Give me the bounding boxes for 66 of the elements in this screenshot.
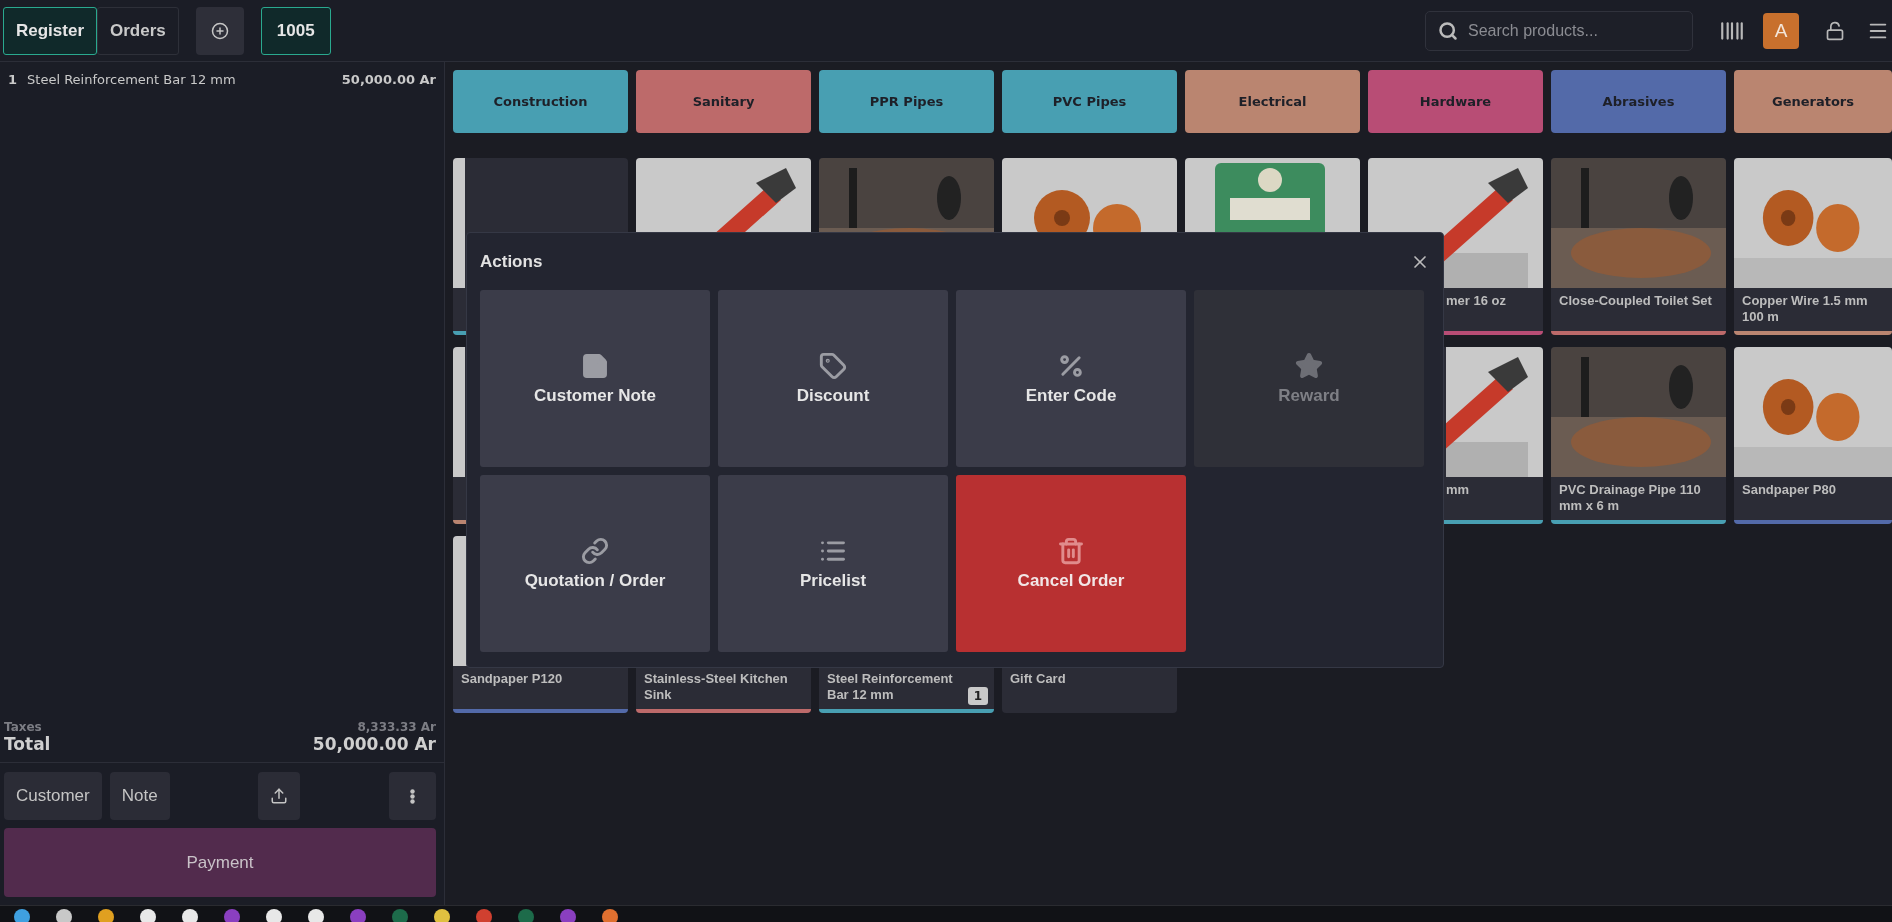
product-name: mm xyxy=(1445,482,1471,499)
product-name: Close-Coupled Toilet Set xyxy=(1559,293,1713,310)
upload-icon xyxy=(270,787,289,805)
search-field[interactable]: Search products... xyxy=(1425,10,1693,51)
product-name: mer 16 oz xyxy=(1445,293,1507,310)
category-button[interactable]: Construction xyxy=(453,70,628,133)
order-tab[interactable]: 1005 xyxy=(260,6,331,55)
product-name: Steel Reinforcement Bar 12 mm xyxy=(827,671,954,704)
taskbar-app-icon[interactable] xyxy=(56,909,72,922)
taxes-amount: 8,333.33 Ar xyxy=(357,720,436,734)
category-button[interactable]: Generators xyxy=(1734,70,1892,133)
action-button[interactable]: Quotation / Order xyxy=(480,475,710,652)
taskbar-app-icon[interactable] xyxy=(182,909,198,922)
taskbar-app-icon[interactable] xyxy=(98,909,114,922)
product-card[interactable]: Close-Coupled Toilet Set xyxy=(1551,158,1726,335)
product-card[interactable]: Sandpaper P80 xyxy=(1734,347,1892,524)
line-product-name: Steel Reinforcement Bar 12 mm xyxy=(27,72,237,87)
note-icon xyxy=(581,351,609,380)
dialog-title: Actions xyxy=(480,251,543,272)
total-amount: 50,000.00 Ar xyxy=(312,734,436,754)
action-button[interactable]: Pricelist xyxy=(718,475,948,652)
taskbar-app-icon[interactable] xyxy=(266,909,282,922)
taskbar-app-icon[interactable] xyxy=(14,909,30,922)
product-name: Gift Card xyxy=(1010,671,1067,688)
category-button[interactable]: PPR Pipes xyxy=(819,70,994,133)
category-button[interactable]: Sanitary xyxy=(636,70,811,133)
plus-icon xyxy=(210,21,229,40)
link-icon xyxy=(581,536,609,565)
taskbar-app-icon[interactable] xyxy=(434,909,450,922)
action-button[interactable]: Discount xyxy=(718,290,948,467)
taskbar-app-icon[interactable] xyxy=(308,909,324,922)
order-action-button[interactable]: Note xyxy=(109,772,170,820)
add-order-button[interactable] xyxy=(195,6,244,55)
line-price: 50,000.00 Ar xyxy=(341,72,436,87)
category-button[interactable]: PVC Pipes xyxy=(1002,70,1177,133)
kebab-icon xyxy=(410,788,415,804)
payment-button[interactable]: Payment xyxy=(4,828,436,897)
taskbar-app-icon[interactable] xyxy=(140,909,156,922)
product-name: Copper Wire 1.5 mm 100 m xyxy=(1742,293,1869,326)
quantity-badge: 1 xyxy=(967,687,988,705)
taxes-label: Taxes xyxy=(4,720,42,734)
tag-icon xyxy=(819,351,847,380)
line-quantity: 1 xyxy=(8,72,18,87)
nav-tab[interactable]: Register xyxy=(3,6,98,55)
trash-icon xyxy=(1057,536,1085,565)
search-input[interactable]: Search products... xyxy=(1466,20,1666,41)
product-card[interactable]: Copper Wire 1.5 mm 100 m xyxy=(1734,158,1892,335)
upload-button[interactable] xyxy=(258,772,301,820)
category-button[interactable]: Electrical xyxy=(1185,70,1360,133)
star-icon xyxy=(1295,351,1323,380)
unlock-button[interactable] xyxy=(1825,20,1845,41)
action-button[interactable]: Cancel Order xyxy=(956,475,1186,652)
action-button[interactable]: Enter Code xyxy=(956,290,1186,467)
search-icon xyxy=(1438,20,1458,41)
product-name: Stainless-Steel Kitchen Sink xyxy=(644,671,789,704)
action-button[interactable]: Customer Note xyxy=(480,290,710,467)
unlock-icon xyxy=(1825,20,1845,41)
product-card[interactable]: PVC Drainage Pipe 110 mm x 6 m xyxy=(1551,347,1726,524)
order-action-button[interactable]: Customer xyxy=(4,772,102,820)
product-name: Sandpaper P80 xyxy=(1742,482,1837,499)
more-button[interactable] xyxy=(389,772,436,820)
taskbar-app-icon[interactable] xyxy=(602,909,618,922)
nav-tab[interactable]: Orders xyxy=(97,6,179,55)
product-name: Sandpaper P120 xyxy=(461,671,564,688)
product-name: PVC Drainage Pipe 110 mm x 6 m xyxy=(1559,482,1702,515)
total-label: Total xyxy=(4,734,51,754)
